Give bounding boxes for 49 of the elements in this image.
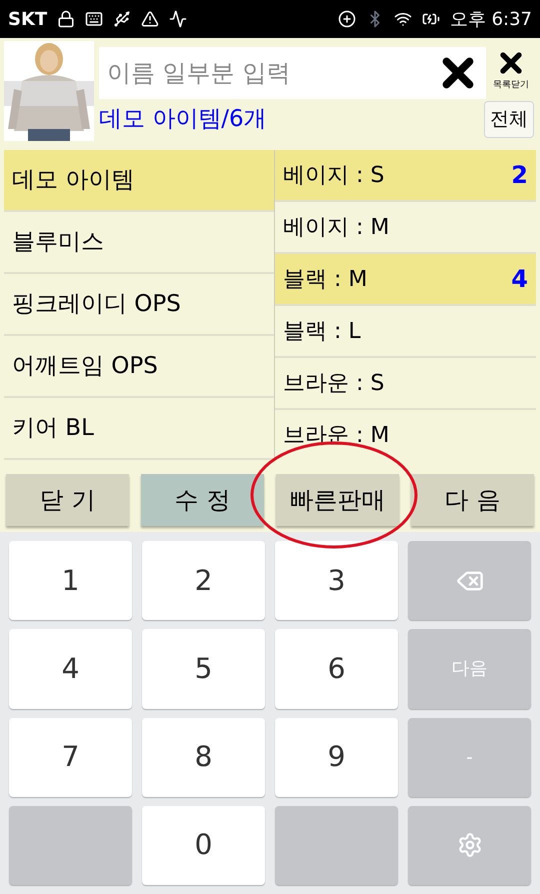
digit-key[interactable]: 3 <box>275 541 398 620</box>
option-row[interactable]: 브라운 : S <box>275 358 536 410</box>
lock-icon <box>57 10 76 28</box>
wifi-icon <box>394 10 412 28</box>
item-row[interactable]: 데모 아이템 <box>4 150 274 212</box>
warning-icon <box>141 10 160 28</box>
option-row[interactable]: 베이지 : S 2 <box>275 150 536 202</box>
option-label: 블랙 : L <box>283 318 361 346</box>
backspace-key[interactable] <box>408 541 531 620</box>
item-row[interactable]: 키어 BL <box>4 398 274 460</box>
item-count-title: 데모 아이템/6개 <box>99 105 267 134</box>
clear-button[interactable] <box>430 47 486 99</box>
activity-icon <box>169 10 188 28</box>
digit-key[interactable]: 0 <box>142 806 265 885</box>
close-list-button[interactable]: 목록닫기 <box>486 41 536 92</box>
action-button[interactable]: 닫 기 <box>6 474 129 526</box>
option-label: 블랙 : M <box>283 266 368 294</box>
digit-key[interactable]: 7 <box>9 718 132 797</box>
keyboard-icon <box>85 10 104 28</box>
settings-icon <box>456 832 482 858</box>
option-label: 베이지 : M <box>283 214 390 242</box>
search-field[interactable]: 이름 일부분 입력 <box>99 47 430 99</box>
option-label: 브라운 : S <box>283 370 384 398</box>
blank-key[interactable] <box>275 806 398 885</box>
quantity-label: 4 <box>511 264 528 295</box>
usb-icon <box>113 10 132 28</box>
digit-key[interactable]: 8 <box>142 718 265 797</box>
digit-key[interactable]: 5 <box>142 629 265 708</box>
blank-key[interactable] <box>9 806 132 885</box>
carrier-label: SKT <box>8 8 48 32</box>
option-row[interactable]: 블랙 : L <box>275 306 536 358</box>
quantity-label: 2 <box>511 160 528 191</box>
digit-key[interactable]: 2 <box>142 541 265 620</box>
clock: 오후 6:37 <box>450 8 532 32</box>
item-row[interactable]: 어깨트임 OPS <box>4 336 274 398</box>
settings-key[interactable] <box>408 806 531 885</box>
digit-key[interactable]: 6 <box>275 629 398 708</box>
digit-key[interactable]: 4 <box>9 629 132 708</box>
action-button[interactable]: 빠른판매 <box>276 474 399 526</box>
item-row[interactable]: 블루미스 <box>4 212 274 274</box>
action-button[interactable]: 다 음 <box>411 474 534 526</box>
item-row[interactable]: 핑크레이디 OPS <box>4 274 274 336</box>
digit-key[interactable]: 9 <box>275 718 398 797</box>
option-row[interactable]: 블랙 : M 4 <box>275 254 536 306</box>
option-label: 베이지 : S <box>283 162 384 190</box>
digit-key[interactable]: 1 <box>9 541 132 620</box>
data-saver-icon <box>338 10 356 28</box>
action-button[interactable]: 수 정 <box>141 474 264 526</box>
all-button[interactable]: 전체 <box>484 101 534 138</box>
